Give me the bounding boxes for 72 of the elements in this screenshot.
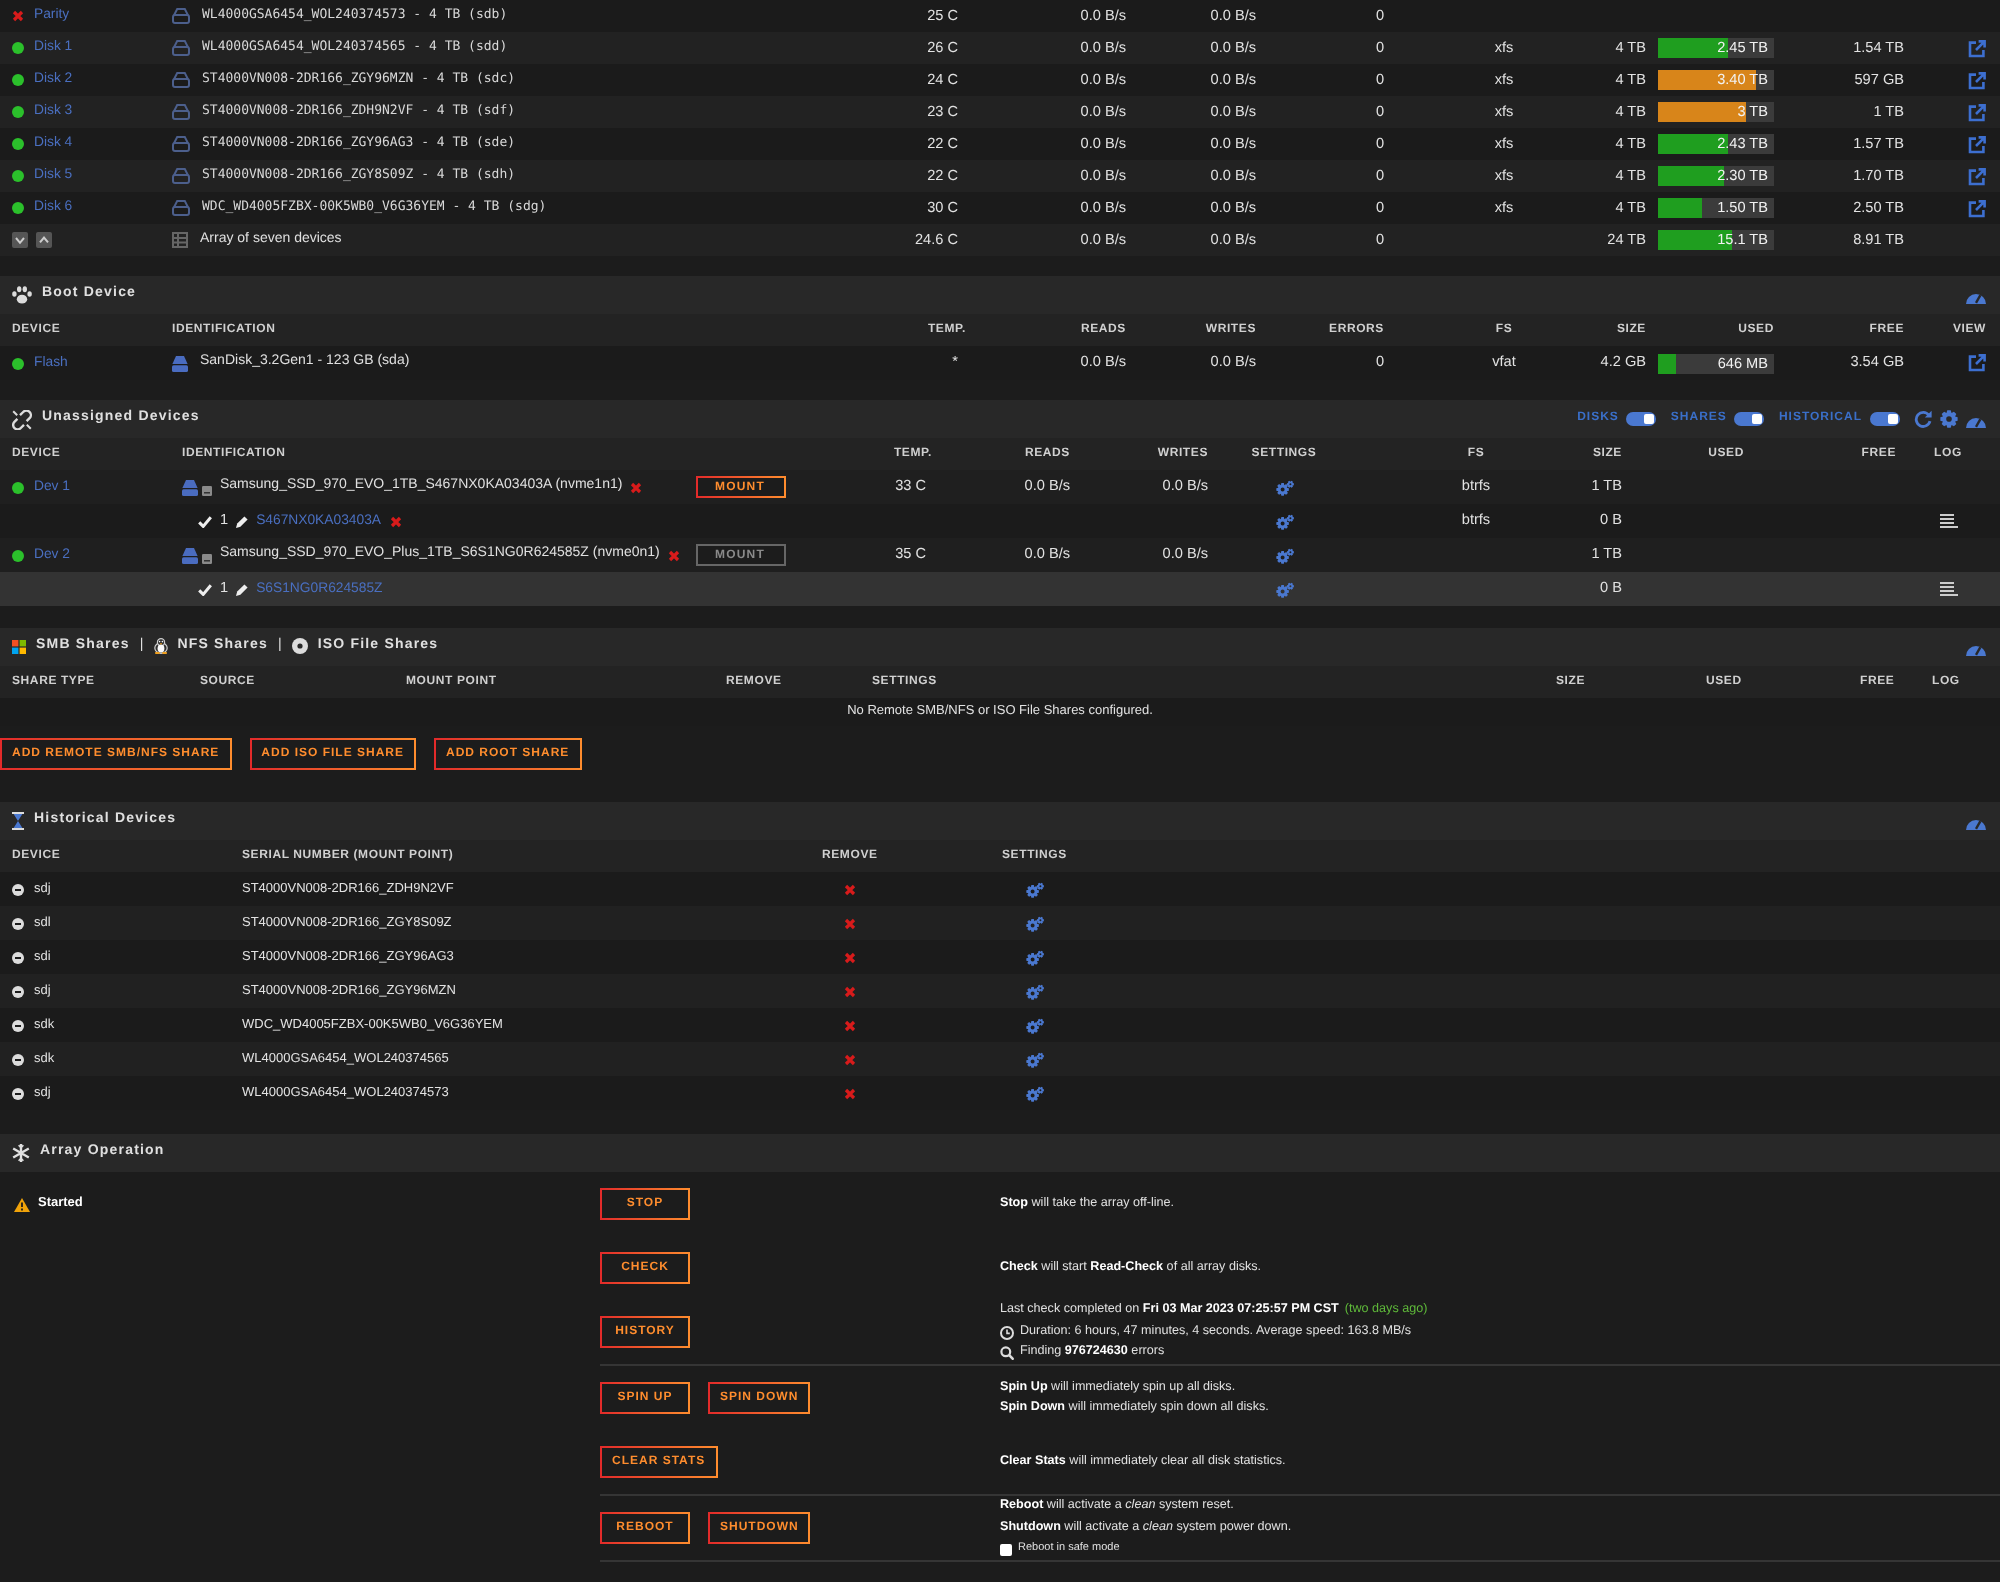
check-icon [198,583,212,595]
gears-icon[interactable] [1275,547,1293,563]
toggle-switch[interactable] [1734,412,1765,426]
gears-icon[interactable] [1275,479,1293,495]
cross-icon[interactable] [667,549,680,561]
external-link-icon[interactable] [1968,39,1986,57]
gears-icon[interactable] [1026,1085,1044,1101]
cross-icon[interactable] [844,917,856,929]
external-link-icon[interactable] [1968,103,1986,121]
cross-icon[interactable] [844,951,856,963]
pencil-icon[interactable] [236,515,249,527]
hard-drive-icon [172,355,188,371]
toggle-switch[interactable] [1626,412,1657,426]
gears-icon[interactable] [1275,513,1293,529]
log-lines-icon[interactable] [1939,514,1957,528]
external-link-icon[interactable] [1968,135,1986,153]
minus-circle-icon [12,985,24,997]
disc-icon [291,638,308,655]
hard-drive-icon [172,40,190,56]
hard-drive-icon [172,136,190,152]
broken-link-icon [12,409,32,429]
gears-icon[interactable] [1026,983,1044,999]
gears-icon[interactable] [1026,881,1044,897]
gears-icon[interactable] [1026,949,1044,965]
search-icon [1000,1346,1014,1360]
cross-icon[interactable] [844,1019,856,1031]
refresh-icon[interactable] [1914,410,1932,428]
cross-icon[interactable] [630,481,643,493]
hard-drive-icon [172,8,190,24]
down-arrow-square-icon[interactable] [12,232,28,248]
toggle-switch[interactable] [1870,412,1900,426]
minus-circle-icon [12,883,24,895]
minus-circle-icon [12,1053,24,1065]
table-icon [172,232,188,248]
gears-icon[interactable] [1026,915,1044,931]
up-arrow-square-icon[interactable] [36,232,52,248]
cross-icon[interactable] [844,985,856,997]
small-disk-icon [202,486,212,496]
settings-icon[interactable] [1940,410,1958,428]
external-link-icon[interactable] [1968,167,1986,185]
small-disk-icon [202,554,212,564]
external-link-icon[interactable] [1968,71,1986,89]
minus-circle-icon [12,1087,24,1099]
check-icon [198,515,212,527]
checkbox[interactable] [1000,1543,1012,1555]
hard-drive-icon [172,72,190,88]
snowflake-icon [12,1144,30,1162]
clock-icon [1000,1325,1014,1339]
hard-drive-icon [182,547,198,563]
log-lines-icon[interactable] [1939,582,1957,596]
paw-icon [12,286,32,304]
hourglass-icon [12,812,24,830]
cross-icon[interactable] [844,883,856,895]
pencil-icon[interactable] [236,583,249,595]
penguin-icon [153,638,168,655]
minus-circle-icon [12,951,24,963]
minus-circle-icon [12,1019,24,1031]
cross-icon[interactable] [389,515,402,527]
gears-icon[interactable] [1026,1017,1044,1033]
hard-drive-icon [172,104,190,120]
external-link-icon[interactable] [1968,199,1986,217]
hard-drive-icon [172,168,190,184]
gears-icon[interactable] [1026,1051,1044,1067]
cross-icon[interactable] [844,1053,856,1065]
minus-circle-icon [12,917,24,929]
hard-drive-icon [172,200,190,216]
external-link-icon[interactable] [1968,354,1986,372]
hard-drive-icon [182,479,198,495]
four-squares-icon [12,639,26,654]
warning-icon [14,1197,30,1211]
cross-icon[interactable] [844,1087,856,1099]
gears-icon[interactable] [1275,581,1293,597]
